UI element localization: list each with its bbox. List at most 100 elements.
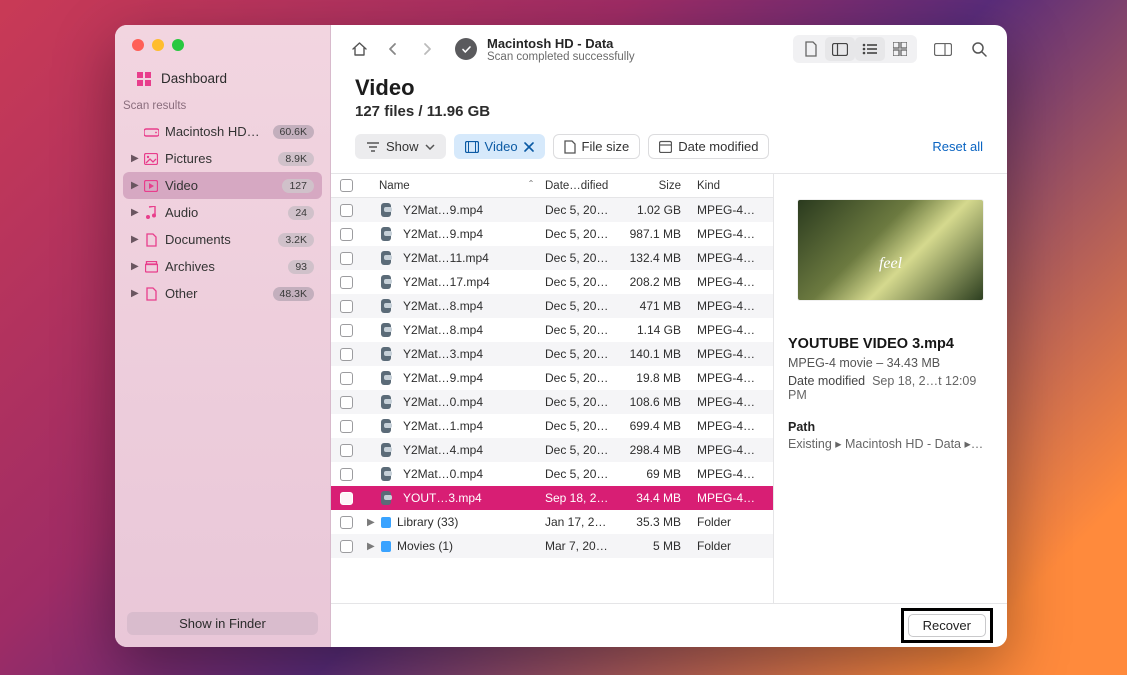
forward-button[interactable] (413, 37, 441, 61)
table-row[interactable]: Y2Mat…17.mp4Dec 5, 20…208.2 MBMPEG-4… (331, 270, 773, 294)
sidebar-dashboard-label: Dashboard (161, 71, 227, 86)
row-checkbox[interactable] (340, 516, 353, 529)
table-row[interactable]: Y2Mat…8.mp4Dec 5, 20…471 MBMPEG-4… (331, 294, 773, 318)
view-icon-button[interactable] (795, 37, 825, 61)
column-kind[interactable]: Kind (691, 174, 773, 197)
sidebar-item-video[interactable]: ▶ Video 127 (123, 172, 322, 199)
chevron-right-icon[interactable]: ▶ (131, 153, 137, 164)
sidebar-disk-label: Macintosh HD -… (165, 124, 261, 139)
chevron-right-icon[interactable]: ▶ (131, 207, 137, 218)
row-checkbox[interactable] (340, 348, 353, 361)
panel-toggle-button[interactable] (929, 37, 957, 61)
table-row[interactable]: Y2Mat…3.mp4Dec 5, 20…140.1 MBMPEG-4… (331, 342, 773, 366)
table-row[interactable]: Y2Mat…11.mp4Dec 5, 20…132.4 MBMPEG-4… (331, 246, 773, 270)
documents-icon (143, 233, 159, 247)
row-size: 1.02 GB (621, 203, 691, 217)
close-window-icon[interactable] (132, 39, 144, 51)
view-list-button[interactable] (855, 37, 885, 61)
sidebar-item-archives[interactable]: ▶ Archives 93 (123, 253, 322, 280)
table-row[interactable]: ▶Movies (1)Mar 7, 20…5 MBFolder (331, 534, 773, 558)
header-checkbox[interactable] (331, 174, 361, 197)
page-subtitle: 127 files / 11.96 GB (355, 103, 983, 120)
view-column-button[interactable] (825, 37, 855, 61)
clear-filter-icon[interactable] (524, 142, 534, 152)
filters-bar: Show Video File size Date modified Reset… (331, 134, 1007, 173)
show-in-finder-button[interactable]: Show in Finder (127, 612, 318, 635)
row-checkbox[interactable] (340, 252, 353, 265)
sidebar-disk[interactable]: ▶ Macintosh HD -… 60.6K (123, 118, 322, 145)
search-button[interactable] (965, 37, 993, 61)
row-checkbox[interactable] (340, 372, 353, 385)
sidebar-item-label: Video (165, 178, 198, 193)
show-label: Show (386, 139, 419, 154)
row-checkbox[interactable] (340, 396, 353, 409)
table-row[interactable]: Y2Mat…9.mp4Dec 5, 20…1.02 GBMPEG-4… (331, 198, 773, 222)
chevron-right-icon[interactable]: ▶ (131, 261, 137, 272)
main: Macintosh HD - Data Scan completed succe… (331, 25, 1007, 647)
zoom-window-icon[interactable] (172, 39, 184, 51)
minimize-window-icon[interactable] (152, 39, 164, 51)
sidebar-item-pictures[interactable]: ▶ Pictures 8.9K (123, 145, 322, 172)
sidebar-item-other[interactable]: ▶ Other 48.3K (123, 280, 322, 307)
table-row[interactable]: Y2Mat…0.mp4Dec 5, 20…69 MBMPEG-4… (331, 462, 773, 486)
row-checkbox[interactable] (340, 540, 353, 553)
date-modified-label: Date modified (678, 139, 758, 154)
back-button[interactable] (379, 37, 407, 61)
table-row[interactable]: Y2Mat…8.mp4Dec 5, 20…1.14 GBMPEG-4… (331, 318, 773, 342)
row-date: Dec 5, 20… (539, 443, 621, 457)
row-size: 132.4 MB (621, 251, 691, 265)
check-circle-icon (455, 38, 477, 60)
column-date[interactable]: Date…dified (539, 174, 621, 197)
row-checkbox[interactable] (340, 444, 353, 457)
table-row[interactable]: Y2Mat…1.mp4Dec 5, 20…699.4 MBMPEG-4… (331, 414, 773, 438)
movie-file-icon (381, 251, 391, 265)
sidebar-item-documents[interactable]: ▶ Documents 3.2K (123, 226, 322, 253)
video-filter-chip[interactable]: Video (454, 134, 545, 159)
row-checkbox[interactable] (340, 492, 353, 505)
home-button[interactable] (345, 37, 373, 61)
chevron-right-icon[interactable]: ▶ (131, 180, 137, 191)
row-name: Y2Mat…1.mp4 (397, 419, 539, 433)
show-filter-button[interactable]: Show (355, 134, 446, 159)
recover-button[interactable]: Recover (908, 614, 986, 637)
row-kind: MPEG-4… (691, 251, 773, 265)
reset-all-link[interactable]: Reset all (932, 139, 983, 154)
file-table: Name ˆ Date…dified Size Kind Y2Mat…9.mp4… (331, 174, 773, 603)
row-size: 208.2 MB (621, 275, 691, 289)
sidebar-item-badge: 24 (288, 206, 314, 220)
chevron-right-icon[interactable]: ▶ (131, 234, 137, 245)
chevron-right-icon[interactable]: ▶ (131, 288, 137, 299)
row-name: Y2Mat…3.mp4 (397, 347, 539, 361)
row-name: YOUT…3.mp4 (397, 491, 539, 505)
row-kind: MPEG-4… (691, 275, 773, 289)
row-checkbox[interactable] (340, 228, 353, 241)
table-row[interactable]: Y2Mat…9.mp4Dec 5, 20…19.8 MBMPEG-4… (331, 366, 773, 390)
row-checkbox[interactable] (340, 420, 353, 433)
row-checkbox[interactable] (340, 300, 353, 313)
sidebar-dashboard[interactable]: Dashboard (115, 65, 330, 100)
table-row[interactable]: YOUT…3.mp4Sep 18, 2…34.4 MBMPEG-4… (331, 486, 773, 510)
row-checkbox[interactable] (340, 468, 353, 481)
view-grid-button[interactable] (885, 37, 915, 61)
column-size[interactable]: Size (621, 174, 691, 197)
row-name: Y2Mat…0.mp4 (397, 467, 539, 481)
recover-highlight: Recover (901, 608, 993, 643)
table-row[interactable]: Y2Mat…9.mp4Dec 5, 20…987.1 MBMPEG-4… (331, 222, 773, 246)
expand-toggle[interactable]: ▶ (361, 517, 375, 528)
other-icon (143, 287, 159, 301)
row-checkbox[interactable] (340, 276, 353, 289)
table-row[interactable]: Y2Mat…0.mp4Dec 5, 20…108.6 MBMPEG-4… (331, 390, 773, 414)
scan-title: Macintosh HD - Data (487, 36, 635, 51)
table-row[interactable]: ▶Library (33)Jan 17, 2…35.3 MBFolder (331, 510, 773, 534)
date-modified-filter-button[interactable]: Date modified (648, 134, 769, 159)
sidebar-item-audio[interactable]: ▶ Audio 24 (123, 199, 322, 226)
row-checkbox[interactable] (340, 324, 353, 337)
row-checkbox[interactable] (340, 204, 353, 217)
window-controls (115, 25, 330, 65)
table-row[interactable]: Y2Mat…4.mp4Dec 5, 20…298.4 MBMPEG-4… (331, 438, 773, 462)
column-name[interactable]: Name ˆ (361, 174, 539, 197)
expand-toggle[interactable]: ▶ (361, 541, 375, 552)
row-date: Mar 7, 20… (539, 539, 621, 553)
toolbar: Macintosh HD - Data Scan completed succe… (331, 25, 1007, 69)
file-size-filter-button[interactable]: File size (553, 134, 641, 159)
